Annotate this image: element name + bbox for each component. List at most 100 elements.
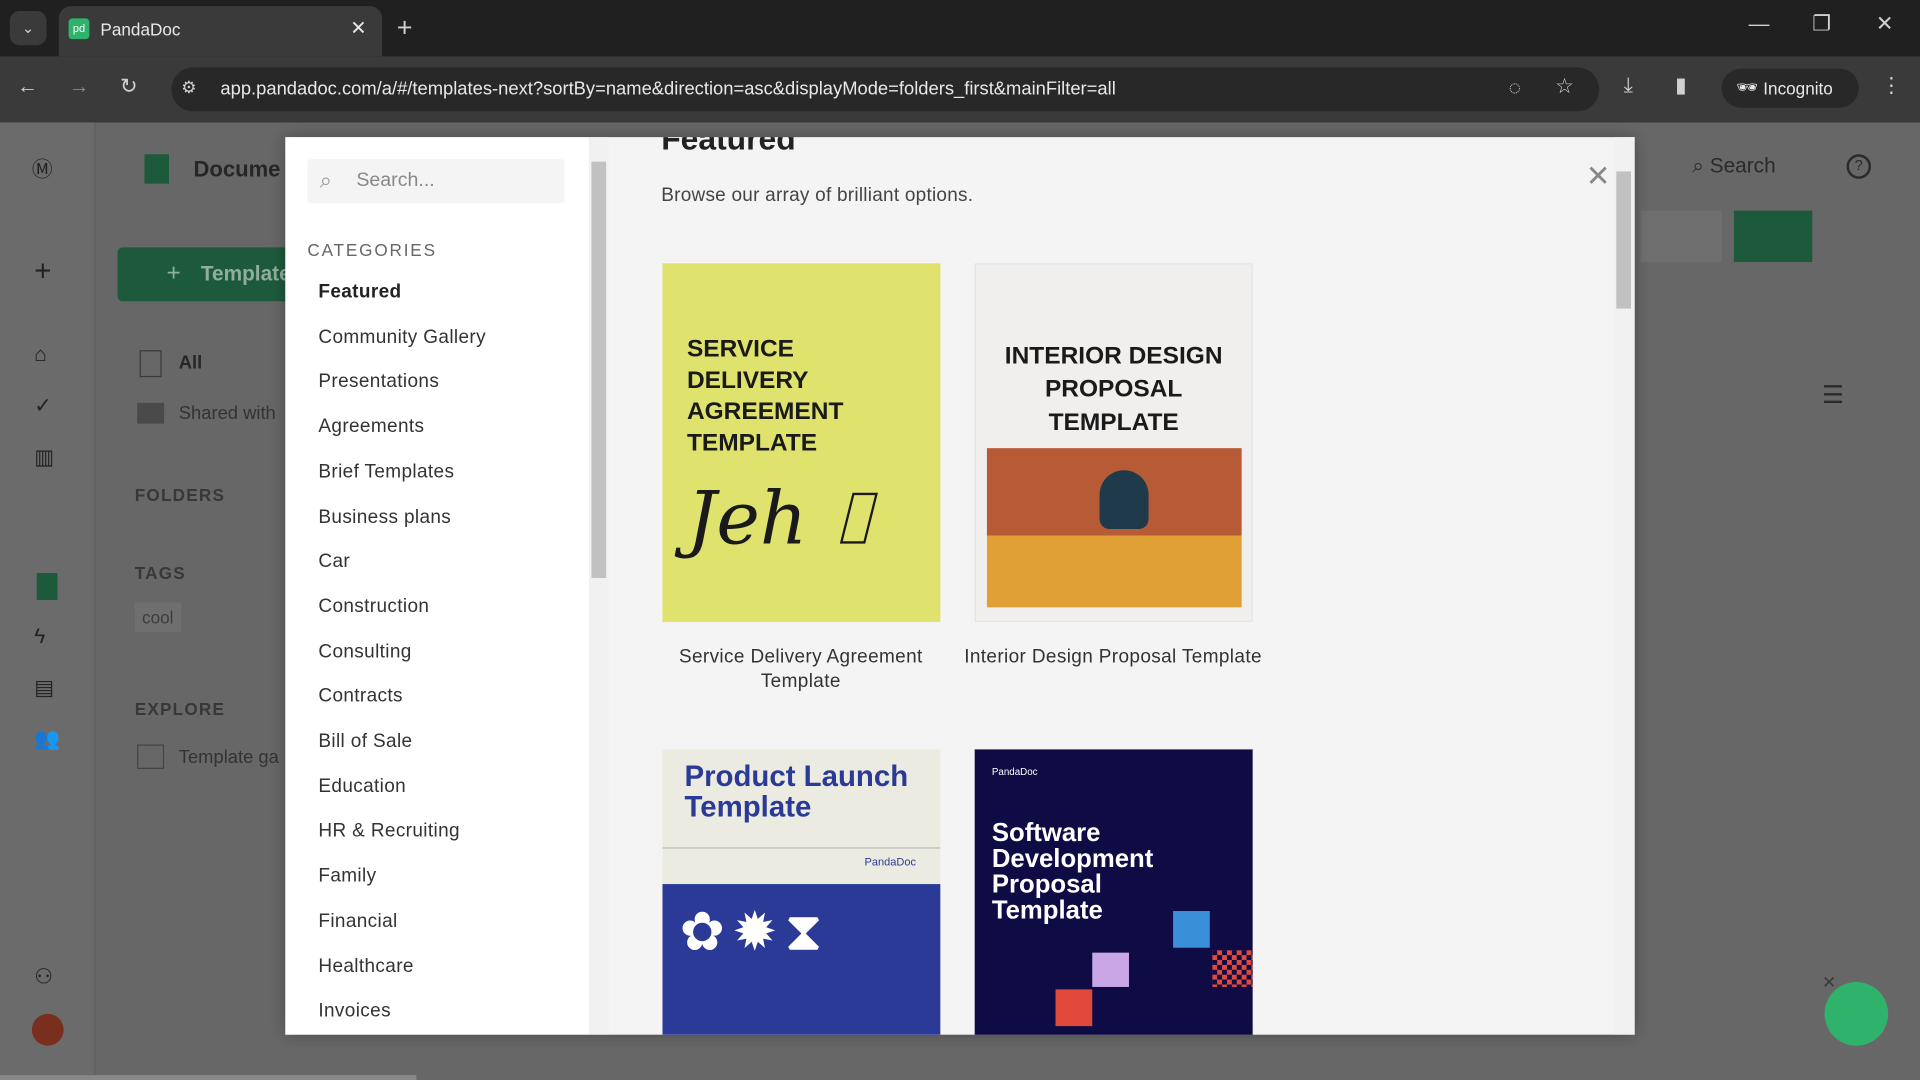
cover-text: INTERIOR DESIGN bbox=[1004, 342, 1223, 370]
folders-heading: FOLDERS bbox=[134, 484, 226, 505]
section-subtitle: Browse our array of brilliant options. bbox=[661, 184, 974, 206]
category-item[interactable]: Business plans bbox=[318, 506, 451, 528]
sidebar-rail: Ⓜ + ⌂ ✓ ▥ ϟ ▤ 👥 ⚇ bbox=[0, 122, 96, 1080]
category-item[interactable]: Invoices bbox=[318, 1001, 391, 1023]
explore-heading: EXPLORE bbox=[134, 699, 226, 719]
interior-photo bbox=[986, 448, 1242, 608]
categories-scrollbar[interactable] bbox=[588, 137, 609, 1035]
close-modal-icon[interactable]: ✕ bbox=[1586, 159, 1611, 195]
tasks-icon[interactable]: ✓ bbox=[34, 394, 51, 418]
cover-text: Template bbox=[684, 791, 812, 825]
cover-text: AGREEMENT bbox=[686, 397, 844, 425]
tags-heading: TAGS bbox=[134, 563, 186, 583]
home-icon[interactable]: ⌂ bbox=[34, 343, 47, 367]
template-card-interior-design[interactable]: INTERIOR DESIGN PROPOSAL TEMPLATE bbox=[974, 263, 1253, 623]
category-item[interactable]: Construction bbox=[318, 596, 429, 618]
category-item[interactable]: Community Gallery bbox=[318, 327, 486, 349]
main-scrollbar[interactable] bbox=[1613, 137, 1635, 1035]
search-input[interactable]: ⌕ Search... bbox=[307, 159, 565, 204]
help-icon[interactable]: ? bbox=[1846, 154, 1872, 179]
restore-icon[interactable]: ❐ bbox=[1812, 12, 1831, 36]
tag-chip[interactable]: cool bbox=[134, 602, 181, 632]
shared-folder-icon bbox=[137, 402, 165, 424]
reports-icon[interactable]: ▥ bbox=[34, 446, 54, 470]
cover-text: Development bbox=[991, 844, 1154, 874]
category-item[interactable]: HR & Recruiting bbox=[318, 821, 460, 843]
back-icon[interactable]: ← bbox=[17, 75, 38, 99]
category-item[interactable]: Contracts bbox=[318, 686, 403, 708]
reload-icon[interactable]: ↻ bbox=[120, 75, 137, 99]
create-icon[interactable]: + bbox=[34, 255, 51, 289]
browser-tab[interactable]: pd PandaDoc ✕ bbox=[58, 6, 383, 57]
close-tab-icon[interactable]: ✕ bbox=[350, 16, 366, 40]
forms-icon[interactable]: ▤ bbox=[34, 676, 54, 700]
incognito-icon: 🕶 bbox=[1736, 77, 1759, 97]
template-title[interactable]: Service Delivery Agreement Template bbox=[642, 645, 960, 694]
category-item[interactable]: Presentations bbox=[318, 371, 439, 393]
app-search[interactable]: ⌕ Search bbox=[1692, 154, 1775, 178]
cover-text: Template bbox=[991, 896, 1103, 925]
page-title: Docume bbox=[193, 156, 281, 182]
brand-logo: PandaDoc bbox=[864, 855, 916, 869]
forward-icon[interactable]: → bbox=[69, 75, 90, 99]
tab-title: PandaDoc bbox=[100, 19, 181, 40]
list-view-icon[interactable]: ☰ bbox=[1822, 380, 1844, 411]
page-scrollbar[interactable] bbox=[0, 1075, 417, 1080]
product-launch-graphic: ✿✹⧗ bbox=[662, 884, 941, 1035]
address-bar[interactable]: ⚙ app.pandadoc.com/a/#/templates-next?so… bbox=[171, 67, 1600, 112]
menu-icon[interactable]: ⋮ bbox=[1881, 73, 1902, 97]
url-text: app.pandadoc.com/a/#/templates-next?sort… bbox=[220, 78, 1116, 100]
template-gallery-modal: ⌕ Search... CATEGORIES Featured Community… bbox=[285, 137, 1635, 1035]
search-icon: ⌕ bbox=[319, 167, 332, 193]
site-settings-icon[interactable]: ⚙ bbox=[181, 77, 196, 98]
category-item[interactable]: Bill of Sale bbox=[318, 731, 412, 753]
category-item[interactable]: Family bbox=[318, 866, 376, 888]
category-item[interactable]: Consulting bbox=[318, 641, 411, 663]
category-item[interactable]: Brief Templates bbox=[318, 461, 454, 483]
nav-all[interactable]: All bbox=[179, 353, 202, 374]
side-panel-icon[interactable]: ▮ bbox=[1675, 73, 1686, 97]
star-icon[interactable]: ☆ bbox=[1555, 75, 1574, 99]
cover-text: TEMPLATE bbox=[686, 429, 818, 457]
incognito-badge[interactable]: 🕶 Incognito bbox=[1721, 68, 1859, 108]
minimize-icon[interactable]: — bbox=[1749, 12, 1770, 36]
eye-off-icon[interactable]: ◌ bbox=[1509, 76, 1521, 100]
document-icon bbox=[144, 154, 169, 184]
category-item[interactable]: Car bbox=[318, 551, 350, 573]
template-card-product-launch[interactable]: Product Launch Template PandaDoc ✿✹⧗ bbox=[662, 749, 941, 1035]
templates-icon[interactable] bbox=[36, 573, 58, 601]
cover-text: Product Launch bbox=[684, 760, 909, 794]
all-documents-icon bbox=[139, 350, 162, 378]
close-window-icon[interactable]: ✕ bbox=[1876, 12, 1893, 36]
cover-text: Proposal bbox=[991, 870, 1102, 899]
brand-logo: PandaDoc bbox=[991, 766, 1038, 778]
template-title[interactable]: Interior Design Proposal Template bbox=[954, 645, 1272, 669]
categories-panel: ⌕ Search... CATEGORIES Featured Community… bbox=[285, 137, 589, 1035]
cover-text: PROPOSAL bbox=[1044, 375, 1183, 403]
cover-text: Software bbox=[991, 819, 1101, 848]
new-template-button[interactable]: + Template bbox=[117, 247, 291, 302]
template-card-service-delivery[interactable]: SERVICE DELIVERY AGREEMENT TEMPLATE Jeh ⌷ bbox=[662, 263, 941, 623]
invite-user-icon[interactable]: ⚇ bbox=[34, 965, 53, 989]
tab-search-icon[interactable]: ⌄ bbox=[9, 11, 47, 46]
avatar[interactable] bbox=[31, 1013, 64, 1046]
new-tab-icon[interactable]: + bbox=[397, 12, 413, 44]
plus-icon: + bbox=[166, 259, 181, 287]
automation-icon[interactable]: ϟ bbox=[34, 624, 45, 648]
template-card-software-development[interactable]: PandaDoc Software Development Proposal Temp… bbox=[974, 749, 1253, 1035]
download-icon[interactable]: ⤓ bbox=[1624, 73, 1633, 97]
nav-shared[interactable]: Shared with bbox=[179, 403, 276, 424]
category-item[interactable]: Financial bbox=[318, 911, 397, 933]
category-item[interactable]: Education bbox=[318, 776, 406, 798]
cover-text: SERVICE bbox=[686, 335, 795, 363]
chat-button[interactable] bbox=[1824, 982, 1889, 1046]
cover-text: TEMPLATE bbox=[1048, 408, 1179, 436]
contacts-icon[interactable]: 👥 bbox=[34, 727, 60, 751]
category-item[interactable]: Featured bbox=[318, 282, 401, 304]
avatar-logo-icon: Ⓜ bbox=[31, 157, 53, 182]
category-item[interactable]: Agreements bbox=[318, 416, 424, 438]
explore-template-gallery[interactable]: Template ga bbox=[179, 747, 279, 768]
cover-text: DELIVERY bbox=[686, 366, 809, 394]
preview-thumb bbox=[1733, 210, 1813, 263]
category-item[interactable]: Healthcare bbox=[318, 956, 413, 978]
